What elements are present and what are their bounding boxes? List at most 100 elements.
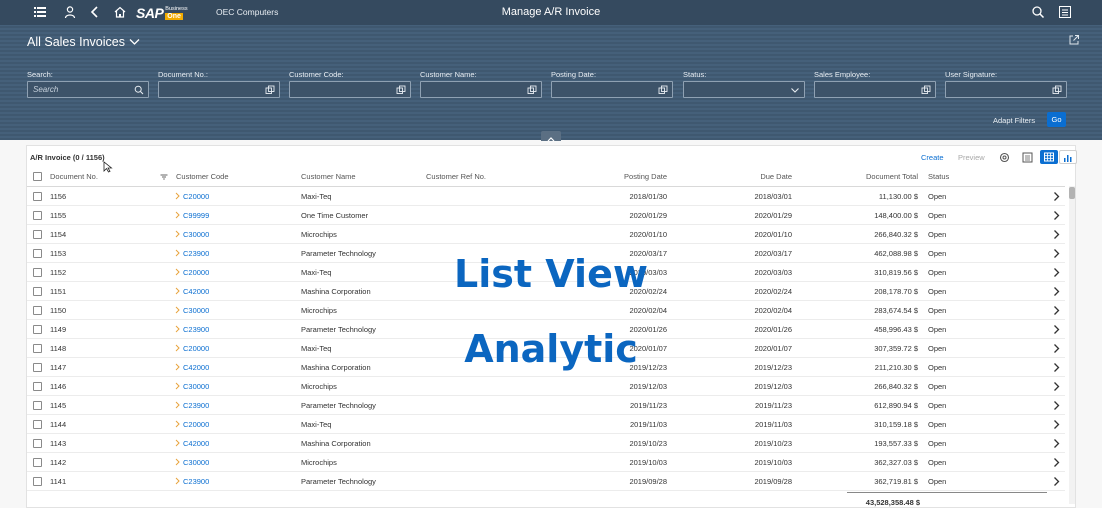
col-customer-ref-no-header[interactable]: Customer Ref No. [426, 172, 486, 181]
variant-selector[interactable]: All Sales Invoices [27, 35, 140, 49]
row-navigation-icon[interactable] [1053, 267, 1060, 278]
preview-button[interactable]: Preview [958, 153, 985, 162]
row-navigation-icon[interactable] [1053, 438, 1060, 449]
row-navigation-icon[interactable] [1053, 419, 1060, 430]
cell-customer-code-link[interactable]: C23900 [183, 477, 209, 486]
cell-customer-code-link[interactable]: C30000 [183, 306, 209, 315]
vertical-scrollbar[interactable] [1069, 186, 1075, 504]
value-help-icon[interactable] [921, 85, 931, 95]
value-help-icon[interactable] [658, 85, 668, 95]
collapse-header-button[interactable] [541, 131, 561, 142]
cell-customer-code-link[interactable]: C23900 [183, 325, 209, 334]
col-document-total-header[interactable]: Document Total [808, 172, 918, 181]
row-navigation-icon[interactable] [1053, 248, 1060, 259]
row-select-checkbox[interactable] [33, 382, 42, 391]
cell-customer-code-link[interactable]: C20000 [183, 344, 209, 353]
notifications-list-icon[interactable] [1058, 5, 1072, 19]
settings-icon[interactable] [998, 151, 1011, 164]
cell-customer-code-link[interactable]: C20000 [183, 192, 209, 201]
cell-customer-code-link[interactable]: C42000 [183, 439, 209, 448]
row-navigation-icon[interactable] [1053, 229, 1060, 240]
row-select-checkbox[interactable] [33, 287, 42, 296]
row-navigation-icon[interactable] [1053, 400, 1060, 411]
create-button[interactable]: Create [921, 153, 944, 162]
table-row[interactable]: 1145 C23900 Parameter Technology 2019/11/23… [27, 396, 1065, 415]
table-row[interactable]: 1143 C42000 Mashina Corporation 2019/10/23 2… [27, 434, 1065, 453]
col-customer-name-header[interactable]: Customer Name [301, 172, 356, 181]
row-select-checkbox[interactable] [33, 458, 42, 467]
document-no-filter-input[interactable] [158, 81, 280, 98]
col-posting-date-header[interactable]: Posting Date [557, 172, 667, 181]
table-row[interactable]: 1155 C99999 One Time Customer 2020/01/29 202… [27, 206, 1065, 225]
cell-posting-date: 2019/10/23 [629, 439, 667, 448]
search-icon[interactable] [1031, 5, 1045, 19]
status-filter-input[interactable] [683, 81, 805, 98]
row-navigation-icon[interactable] [1053, 381, 1060, 392]
row-navigation-icon[interactable] [1053, 324, 1060, 335]
table-row[interactable]: 1154 C30000 Microchips 2020/01/10 2020/01/10… [27, 225, 1065, 244]
cell-customer-code-link[interactable]: C42000 [183, 287, 209, 296]
row-select-checkbox[interactable] [33, 249, 42, 258]
cell-customer-code-link[interactable]: C30000 [183, 382, 209, 391]
row-navigation-icon[interactable] [1053, 362, 1060, 373]
row-select-checkbox[interactable] [33, 211, 42, 220]
sales-employee-filter-input[interactable] [814, 81, 936, 98]
col-document-no-header[interactable]: Document No. [50, 172, 98, 181]
col-status-header[interactable]: Status [928, 172, 949, 181]
cell-customer-code-link[interactable]: C23900 [183, 249, 209, 258]
go-button[interactable]: Go [1047, 112, 1066, 127]
cell-customer-code-link[interactable]: C30000 [183, 230, 209, 239]
cell-customer-code-link[interactable]: C99999 [183, 211, 209, 220]
row-navigation-icon[interactable] [1053, 457, 1060, 468]
row-select-checkbox[interactable] [33, 306, 42, 315]
table-row[interactable]: 1142 C30000 Microchips 2019/10/03 2019/10/03… [27, 453, 1065, 472]
cell-customer-code-link[interactable]: C30000 [183, 458, 209, 467]
row-select-checkbox[interactable] [33, 325, 42, 334]
cell-customer-code-link[interactable]: C42000 [183, 363, 209, 372]
chart-view-toggle[interactable] [1059, 150, 1077, 164]
export-excel-icon[interactable] [1021, 151, 1034, 164]
cell-customer-code-link[interactable]: C23900 [183, 401, 209, 410]
search-filter-input[interactable]: Search [27, 81, 149, 98]
user-signature-filter-input[interactable] [945, 81, 1067, 98]
row-select-checkbox[interactable] [33, 420, 42, 429]
customer-code-filter-input[interactable] [289, 81, 411, 98]
scrollbar-thumb[interactable] [1069, 187, 1075, 199]
cell-customer-code-link[interactable]: C20000 [183, 268, 209, 277]
customer-name-filter-input[interactable] [420, 81, 542, 98]
adapt-filters-button[interactable]: Adapt Filters [993, 116, 1035, 125]
row-navigation-icon[interactable] [1053, 476, 1060, 487]
sort-descending-icon[interactable] [160, 174, 168, 180]
row-navigation-icon[interactable] [1053, 305, 1060, 316]
value-help-icon[interactable] [1052, 85, 1062, 95]
row-navigation-icon[interactable] [1053, 343, 1060, 354]
table-row[interactable]: 1156 C20000 Maxi-Teq 2018/01/30 2018/03/01 11… [27, 187, 1065, 206]
row-navigation-icon[interactable] [1053, 286, 1060, 297]
table-view-toggle[interactable] [1040, 150, 1058, 164]
row-select-checkbox[interactable] [33, 192, 42, 201]
col-customer-code-header[interactable]: Customer Code [176, 172, 229, 181]
posting-date-filter-input[interactable] [551, 81, 673, 98]
select-all-checkbox[interactable] [33, 172, 42, 181]
row-navigation-icon[interactable] [1053, 191, 1060, 202]
table-row[interactable]: 1150 C30000 Microchips 2020/02/04 2020/02/04… [27, 301, 1065, 320]
table-row[interactable]: 1144 C20000 Maxi-Teq 2019/11/03 2019/11/03 31… [27, 415, 1065, 434]
table-row[interactable]: 1141 C23900 Parameter Technology 2019/09/28… [27, 472, 1065, 491]
value-help-icon[interactable] [265, 85, 275, 95]
value-help-icon[interactable] [527, 85, 537, 95]
row-select-checkbox[interactable] [33, 477, 42, 486]
share-icon[interactable] [1068, 34, 1080, 46]
table-row[interactable]: 1146 C30000 Microchips 2019/12/03 2019/12/03… [27, 377, 1065, 396]
row-select-checkbox[interactable] [33, 344, 42, 353]
row-select-checkbox[interactable] [33, 230, 42, 239]
value-help-icon[interactable] [396, 85, 406, 95]
row-select-checkbox[interactable] [33, 401, 42, 410]
search-icon[interactable] [134, 85, 144, 95]
chevron-down-icon[interactable] [790, 85, 800, 95]
row-navigation-icon[interactable] [1053, 210, 1060, 221]
col-due-date-header[interactable]: Due Date [682, 172, 792, 181]
row-select-checkbox[interactable] [33, 268, 42, 277]
row-select-checkbox[interactable] [33, 363, 42, 372]
row-select-checkbox[interactable] [33, 439, 42, 448]
cell-customer-code-link[interactable]: C20000 [183, 420, 209, 429]
